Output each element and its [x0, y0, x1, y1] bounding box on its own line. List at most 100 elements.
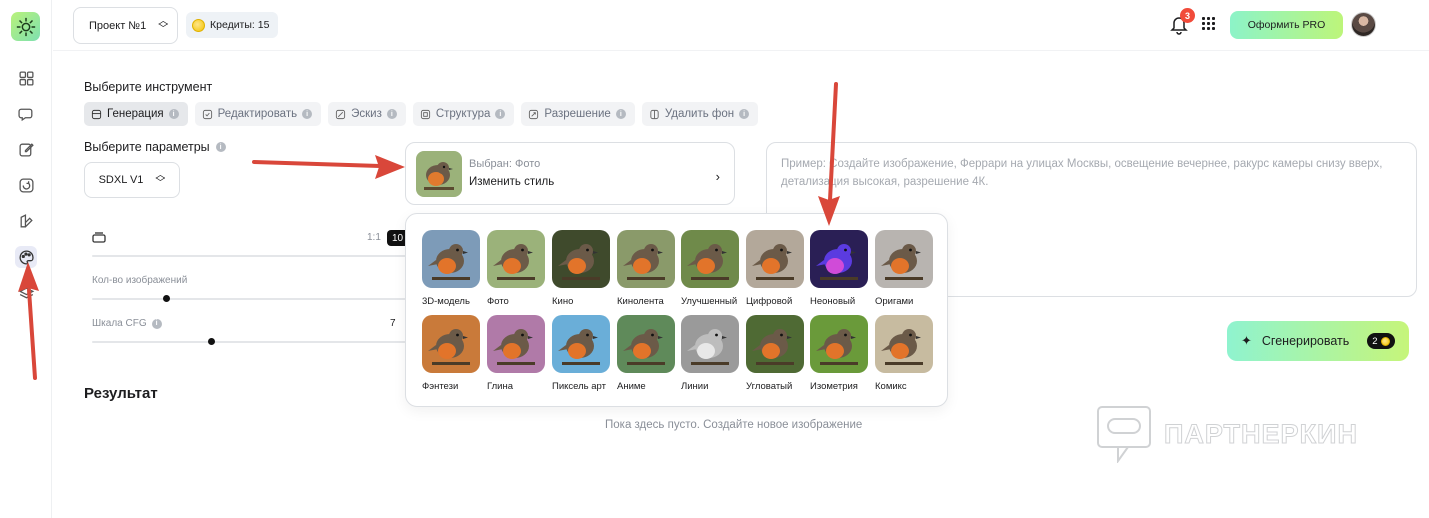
style-thumbnail [617, 315, 675, 373]
style-thumbnail [422, 315, 480, 373]
apps-grid-icon[interactable] [1202, 17, 1215, 30]
style-name: Комикс [875, 381, 907, 392]
style-thumbnail [487, 315, 545, 373]
style-thumbnail [746, 230, 804, 288]
style-card[interactable]: Пиксель арт [552, 315, 610, 392]
credits-label: Кредиты: 15 [210, 19, 270, 31]
style-name: Пиксель арт [552, 381, 606, 392]
style-name: Изометрия [810, 381, 858, 392]
style-thumbnail [875, 315, 933, 373]
info-icon[interactable]: i [495, 109, 506, 119]
info-icon[interactable]: i [386, 109, 397, 119]
style-card[interactable]: Комикс [875, 315, 933, 392]
style-card[interactable]: Глина [487, 315, 545, 392]
tool-edit[interactable]: Редактировать i [194, 102, 322, 126]
style-card[interactable]: Кино [552, 230, 610, 307]
pro-button[interactable]: Оформить PRO [1230, 11, 1343, 39]
project-label: Проект №1 [89, 19, 147, 32]
tool-sketch[interactable]: Эскиз i [328, 102, 406, 126]
slider-knob[interactable] [208, 338, 215, 345]
style-thumbnail [681, 315, 739, 373]
tool-remove-bg[interactable]: Удалить фон i [641, 102, 759, 126]
result-heading: Результат [84, 385, 158, 402]
refresh-icon[interactable] [15, 174, 37, 196]
arrow-to-style-selector [252, 160, 382, 168]
chat-icon[interactable] [15, 102, 37, 124]
tool-label: Эскиз [351, 108, 382, 120]
info-icon[interactable]: i [302, 109, 313, 119]
style-thumbnail [810, 230, 868, 288]
style-card[interactable]: Улучшенный [681, 230, 739, 307]
generate-button[interactable]: ✦ Сгенерировать 2 [1227, 321, 1409, 361]
sketch-icon [336, 109, 346, 119]
project-selector[interactable]: Проект №1 ︿ ﹀ [73, 7, 178, 44]
structure-icon [420, 109, 430, 119]
style-thumbnail [552, 315, 610, 373]
dashboard-icon[interactable] [15, 67, 37, 89]
change-style-label: Изменить стиль [469, 176, 555, 188]
image-count-slider[interactable] [92, 295, 412, 302]
tool-structure[interactable]: Структура i [412, 102, 515, 126]
tool-label: Редактировать [217, 108, 298, 120]
style-card[interactable]: Угловатый [746, 315, 804, 392]
slider-knob[interactable] [162, 295, 170, 302]
updown-chevron-icon: ︿ ﹀ [155, 170, 166, 189]
info-icon[interactable]: i [739, 109, 750, 119]
style-dropdown: 3D-модель Фото Кино Кинолента Улучшенный Цифр… [405, 213, 948, 407]
style-thumbnail [810, 315, 868, 373]
tool-resolution[interactable]: Разрешение i [521, 102, 635, 126]
style-name: Кино [552, 296, 574, 307]
generate-cost-badge: 2 [1367, 333, 1395, 349]
avatar[interactable] [1351, 12, 1376, 37]
style-card[interactable]: Оригами [875, 230, 933, 307]
info-icon[interactable]: i [215, 142, 226, 152]
tools-heading: Выберите инструмент [84, 80, 213, 94]
style-name: Фото [487, 296, 509, 307]
cfg-value: 7 [390, 318, 396, 329]
style-name: Неоновый [810, 296, 856, 307]
layers-icon[interactable] [15, 282, 37, 304]
style-card[interactable]: 3D-модель [422, 230, 480, 307]
style-name: Угловатый [746, 381, 793, 392]
resolution-icon [529, 109, 539, 119]
tool-label: Разрешение [544, 108, 611, 120]
cfg-slider[interactable] [92, 338, 412, 345]
aspect-ratio-row: 1:1 10 [92, 230, 412, 248]
cfg-label: Шкала CFG [92, 318, 147, 329]
updown-chevron-icon: ︿ ﹀ [158, 15, 169, 35]
style-card[interactable]: Линии [681, 315, 739, 392]
style-card[interactable]: Изометрия [810, 315, 868, 392]
tool-generation[interactable]: Генерация i [84, 102, 188, 126]
tools-bar: Генерация i Редактировать i Эскиз i Стру… [84, 102, 759, 126]
style-card[interactable]: Фото [487, 230, 545, 307]
style-card[interactable]: Цифровой [746, 230, 804, 307]
info-icon[interactable]: i [151, 318, 162, 329]
style-card[interactable]: Фэнтези [422, 315, 480, 392]
brush-icon[interactable] [15, 210, 37, 232]
empty-state-text: Пока здесь пусто. Создайте новое изображ… [605, 419, 863, 431]
info-icon[interactable]: i [615, 109, 626, 119]
style-thumbnail [617, 230, 675, 288]
tool-label: Структура [435, 108, 491, 120]
style-selector[interactable]: Выбран: Фото Изменить стиль › [405, 142, 735, 205]
style-card[interactable]: Кинолента [617, 230, 675, 307]
edit-icon[interactable] [15, 138, 37, 160]
style-name: Аниме [617, 381, 646, 392]
cube-icon [91, 109, 102, 119]
topbar: Проект №1 ︿ ﹀ Кредиты: 15 [53, 0, 1429, 51]
style-card[interactable]: Аниме [617, 315, 675, 392]
chevron-right-icon: › [715, 169, 720, 184]
style-name: Линии [681, 381, 709, 392]
credits-badge[interactable]: Кредиты: 15 [186, 12, 279, 38]
style-name: Улучшенный [681, 296, 738, 307]
style-card[interactable]: Неоновый [810, 230, 868, 307]
model-selector[interactable]: SDXL V1 ︿ ﹀ [84, 162, 180, 198]
logo-icon[interactable] [11, 12, 40, 41]
info-icon[interactable]: i [168, 109, 179, 119]
palette-icon[interactable] [15, 246, 37, 268]
tool-label: Генерация [107, 108, 164, 120]
aspect-ratio-divider [92, 255, 412, 257]
notification-badge: 3 [1180, 8, 1195, 23]
coin-icon [1380, 336, 1390, 346]
style-name: Глина [487, 381, 513, 392]
